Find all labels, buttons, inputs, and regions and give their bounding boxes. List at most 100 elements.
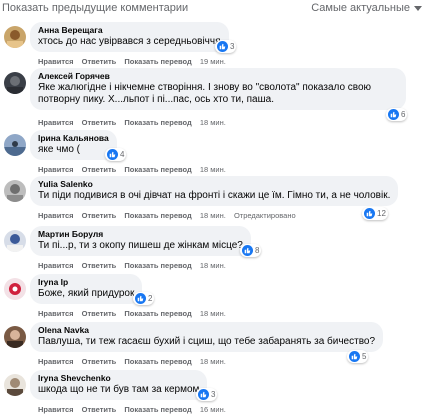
reply-button[interactable]: Ответить xyxy=(82,357,117,366)
comment-actions: Нравится Ответить Показать перевод 16 ми… xyxy=(38,405,232,414)
comment-author[interactable]: Iryna Shevchenko xyxy=(38,373,199,384)
avatar[interactable] xyxy=(4,230,26,252)
avatar[interactable] xyxy=(4,374,26,396)
comment-text: Ти піди подивися в очі дівчат на фронті … xyxy=(38,190,391,201)
timestamp[interactable]: 19 мин. xyxy=(200,57,226,66)
like-icon xyxy=(135,293,146,304)
comment-text: Боже, який придурок xyxy=(38,288,135,299)
like-icon xyxy=(388,109,399,120)
reply-button[interactable]: Ответить xyxy=(82,118,117,127)
like-button[interactable]: Нравится xyxy=(38,357,74,366)
comment-actions: Нравится Ответить Показать перевод 18 ми… xyxy=(38,357,232,366)
comment-text: Яке жалюгідне і нікчемне створіння. І зн… xyxy=(38,82,372,105)
comment-bubble: Мартин Боруля Ти пі...р, ти з окопу пише… xyxy=(30,226,251,256)
comment-bubble: Анна Верещага хтось до нас увірвався з с… xyxy=(30,22,229,52)
comment-author[interactable]: Анна Верещага xyxy=(38,25,221,36)
avatar[interactable] xyxy=(4,72,26,94)
like-icon xyxy=(364,208,375,219)
comment-text: хтось до нас увірвався з середньовіччя xyxy=(38,36,221,47)
timestamp[interactable]: 18 мин. xyxy=(200,211,226,220)
avatar[interactable] xyxy=(4,180,26,202)
translate-button[interactable]: Показать перевод xyxy=(124,405,191,414)
reaction-count[interactable]: 3 xyxy=(215,40,237,53)
reaction-count[interactable]: 2 xyxy=(133,292,155,305)
timestamp[interactable]: 18 мин. xyxy=(200,309,226,318)
comment-text: Ти пі...р, ти з окопу пишеш де жінкам мі… xyxy=(38,240,243,251)
reaction-number: 2 xyxy=(148,294,153,303)
show-previous-comments-link[interactable]: Показать предыдущие комментарии xyxy=(2,2,188,14)
comments-header: Показать предыдущие комментарии Самые ак… xyxy=(0,0,428,18)
edited-label: Отредактировано xyxy=(233,211,296,220)
comment-text: Павлуша, ти теж гасаєш бухий і сциш, що … xyxy=(38,336,376,347)
comment-bubble: Iryna Ip Боже, який придурок xyxy=(30,274,143,304)
like-button[interactable]: Нравится xyxy=(38,165,74,174)
comment-actions: Нравится Ответить Показать перевод 18 ми… xyxy=(38,211,302,220)
reply-button[interactable]: Ответить xyxy=(82,165,117,174)
comment-text: шкода що не ти був там за кермом xyxy=(38,384,200,395)
reaction-count[interactable]: 5 xyxy=(347,350,369,363)
translate-button[interactable]: Показать перевод xyxy=(124,57,191,66)
translate-button[interactable]: Показать перевод xyxy=(124,309,191,318)
comment-bubble: Iryna Shevchenko шкода що не ти був там … xyxy=(30,370,208,400)
comment-actions: Нравится Ответить Показать перевод 18 ми… xyxy=(38,261,232,270)
comment-author[interactable]: Yulia Salenko xyxy=(38,179,390,190)
comment-bubble: Olena Navka Павлуша, ти теж гасаєш бухий… xyxy=(30,322,384,352)
comment-bubble: Ірина Кальянова яке чмо ( xyxy=(30,130,117,160)
avatar[interactable] xyxy=(4,134,26,156)
timestamp[interactable]: 16 мин. xyxy=(200,405,226,414)
sort-label: Самые актуальные xyxy=(311,2,410,14)
reaction-number: 8 xyxy=(255,246,260,255)
comment-text: яке чмо ( xyxy=(38,144,80,155)
reply-button[interactable]: Ответить xyxy=(82,261,117,270)
reply-button[interactable]: Ответить xyxy=(82,309,117,318)
reaction-number: 6 xyxy=(401,110,406,119)
comment-actions: Нравится Ответить Показать перевод 19 ми… xyxy=(38,57,232,66)
timestamp[interactable]: 18 мин. xyxy=(200,165,226,174)
timestamp[interactable]: 18 мин. xyxy=(200,357,226,366)
reaction-count[interactable]: 12 xyxy=(362,207,388,220)
like-icon xyxy=(217,41,228,52)
comment-author[interactable]: Iryna Ip xyxy=(38,277,134,288)
reaction-number: 3 xyxy=(211,390,216,399)
comment-author[interactable]: Olena Navka xyxy=(38,325,375,336)
comment-author[interactable]: Ірина Кальянова xyxy=(38,133,109,144)
reaction-number: 4 xyxy=(120,150,125,159)
like-button[interactable]: Нравится xyxy=(38,405,74,414)
translate-button[interactable]: Показать перевод xyxy=(124,211,191,220)
translate-button[interactable]: Показать перевод xyxy=(124,118,191,127)
reaction-count[interactable]: 8 xyxy=(240,244,262,257)
avatar[interactable] xyxy=(4,26,26,48)
like-button[interactable]: Нравится xyxy=(38,261,74,270)
reply-button[interactable]: Ответить xyxy=(82,405,117,414)
avatar[interactable] xyxy=(4,278,26,300)
reaction-count[interactable]: 3 xyxy=(196,388,218,401)
timestamp[interactable]: 18 мин. xyxy=(200,261,226,270)
comment-author[interactable]: Мартин Боруля xyxy=(38,229,243,240)
reaction-number: 12 xyxy=(377,209,386,218)
reply-button[interactable]: Ответить xyxy=(82,57,117,66)
like-button[interactable]: Нравится xyxy=(38,57,74,66)
comment-bubble: Yulia Salenko Ти піди подивися в очі дів… xyxy=(30,176,399,206)
translate-button[interactable]: Показать перевод xyxy=(124,165,191,174)
like-button[interactable]: Нравится xyxy=(38,211,74,220)
sort-dropdown[interactable]: Самые актуальные xyxy=(311,2,422,14)
reaction-count[interactable]: 6 xyxy=(386,108,408,121)
like-icon xyxy=(242,245,253,256)
comment-bubble: Алексей Горячев Яке жалюгідне і нікчемне… xyxy=(30,68,406,110)
reaction-count[interactable]: 4 xyxy=(105,148,127,161)
comment-actions: Нравится Ответить Показать перевод 18 ми… xyxy=(38,309,232,318)
avatar[interactable] xyxy=(4,326,26,348)
comment-actions: Нравится Ответить Показать перевод 18 ми… xyxy=(38,118,232,127)
chevron-down-icon xyxy=(414,5,422,11)
reaction-number: 5 xyxy=(362,352,367,361)
comment-actions: Нравится Ответить Показать перевод 18 ми… xyxy=(38,165,232,174)
reply-button[interactable]: Ответить xyxy=(82,211,117,220)
translate-button[interactable]: Показать перевод xyxy=(124,261,191,270)
like-icon xyxy=(198,389,209,400)
timestamp[interactable]: 18 мин. xyxy=(200,118,226,127)
like-button[interactable]: Нравится xyxy=(38,118,74,127)
comment-author[interactable]: Алексей Горячев xyxy=(38,71,398,82)
like-icon xyxy=(349,351,360,362)
like-button[interactable]: Нравится xyxy=(38,309,74,318)
translate-button[interactable]: Показать перевод xyxy=(124,357,191,366)
